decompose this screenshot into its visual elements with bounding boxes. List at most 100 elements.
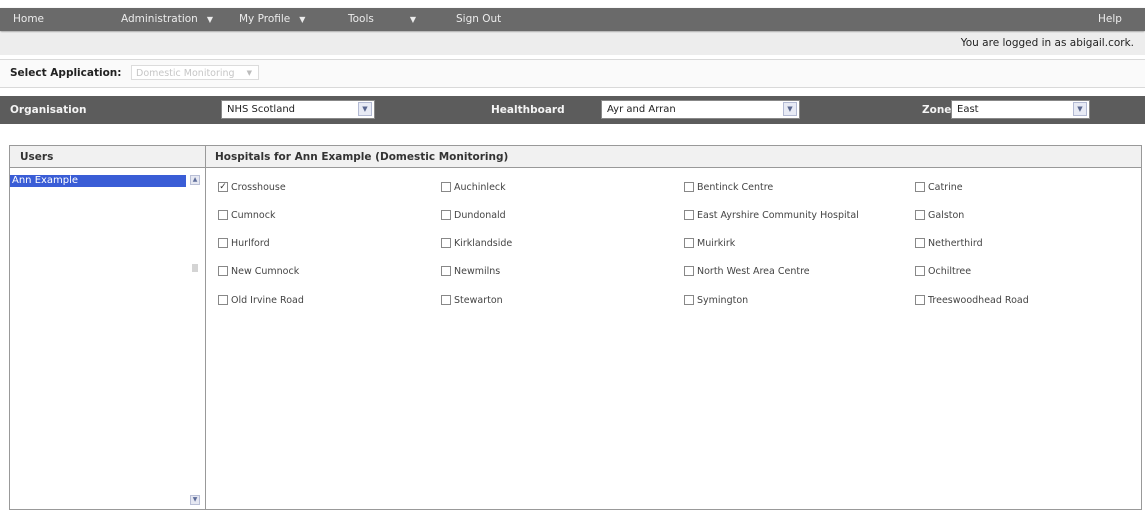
hospital-label: Stewarton (454, 295, 503, 306)
users-panel: Users Ann Example ▲ ▼ (10, 146, 206, 509)
hospital-checkbox-item[interactable]: Ochiltree (915, 265, 971, 279)
hospitals-header: Hospitals for Ann Example (Domestic Moni… (206, 146, 1141, 168)
checkbox[interactable] (684, 237, 694, 248)
hospital-checkbox-item[interactable]: Old Irvine Road (218, 294, 304, 308)
hospital-label: Dundonald (454, 210, 506, 221)
filter-bar: Organisation NHS Scotland ▼ Healthboard … (0, 96, 1145, 124)
checkbox[interactable] (915, 209, 925, 220)
hospital-label: Netherthird (928, 238, 983, 249)
hospital-label: Auchinleck (454, 182, 506, 193)
users-header: Users (10, 146, 205, 168)
checkbox[interactable] (684, 181, 694, 192)
hospital-checkbox-item[interactable]: Galston (915, 209, 964, 223)
nav-administration-label: Administration (121, 13, 198, 25)
hospitals-panel: Hospitals for Ann Example (Domestic Moni… (206, 146, 1141, 509)
nav-sign-out-link[interactable]: Sign Out (456, 8, 501, 31)
checkbox[interactable] (915, 181, 925, 192)
hospital-label: Cumnock (231, 210, 276, 221)
hospital-checkbox-item[interactable]: ✓ Crosshouse (218, 181, 286, 195)
hospital-checkbox-item[interactable]: Auchinleck (441, 181, 506, 195)
hospital-label: Treeswoodhead Road (928, 295, 1029, 306)
hospital-label: New Cumnock (231, 266, 300, 277)
list-item[interactable]: Ann Example (10, 175, 186, 187)
top-navigation-bar: Home Administration ▼ My Profile ▼ Tools ▼ … (0, 8, 1145, 31)
checkbox[interactable] (218, 294, 228, 305)
checkbox[interactable] (441, 265, 451, 276)
hospital-checkbox-item[interactable]: Bentinck Centre (684, 181, 773, 195)
checkbox[interactable] (218, 237, 228, 248)
nav-administration-menu[interactable]: Administration ▼ (121, 8, 213, 31)
organisation-select-value: NHS Scotland (227, 104, 296, 115)
checkbox-checked[interactable]: ✓ (218, 181, 228, 192)
chevron-down-icon: ▼ (299, 15, 306, 24)
hospital-label: Old Irvine Road (231, 295, 304, 306)
checkbox[interactable] (441, 237, 451, 248)
chevron-down-icon[interactable]: ▼ (358, 102, 372, 116)
chevron-down-icon: ▼ (206, 15, 213, 24)
hospital-checkbox-item[interactable]: North West Area Centre (684, 265, 810, 279)
scroll-down-icon[interactable]: ▼ (190, 495, 200, 505)
hospital-checkbox-item[interactable]: Netherthird (915, 237, 983, 251)
hospital-checkbox-item[interactable]: Treeswoodhead Road (915, 294, 1029, 308)
application-select-value: Domestic Monitoring (136, 68, 235, 79)
application-selector-row: Select Application: Domestic Monitoring … (0, 59, 1145, 88)
hospital-checkbox-item[interactable]: Catrine (915, 181, 963, 195)
hospital-checkbox-item[interactable]: East Ayrshire Community Hospital (684, 209, 859, 223)
hospital-label: East Ayrshire Community Hospital (697, 210, 859, 221)
chevron-down-icon: ▼ (409, 15, 417, 24)
chevron-down-icon[interactable]: ▼ (783, 102, 797, 116)
users-list: Ann Example ▲ ▼ (10, 175, 204, 509)
scrollbar-thumb[interactable] (192, 264, 198, 272)
hospital-label: Newmilns (454, 266, 501, 277)
healthboard-select-value: Ayr and Arran (607, 104, 676, 115)
hospital-label: Catrine (928, 182, 963, 193)
scroll-up-icon[interactable]: ▲ (190, 175, 200, 185)
checkbox[interactable] (441, 209, 451, 220)
hospital-checkbox-item[interactable]: New Cumnock (218, 265, 299, 279)
checkbox[interactable] (684, 209, 694, 220)
hospital-checkbox-item[interactable]: Muirkirk (684, 237, 735, 251)
nav-tools-label: Tools (348, 13, 374, 25)
checkbox[interactable] (441, 294, 451, 305)
hospital-label: Crosshouse (231, 182, 286, 193)
hospital-checkbox-item[interactable]: Dundonald (441, 209, 506, 223)
login-status-bar: You are logged in as abigail.cork. (0, 33, 1145, 55)
hospital-label: Kirklandside (454, 238, 513, 249)
nav-my-profile-label: My Profile (239, 13, 291, 25)
zone-label: Zone (922, 104, 952, 116)
hospital-checkbox-item[interactable]: Stewarton (441, 294, 503, 308)
nav-tools-menu[interactable]: Tools ▼ (348, 8, 416, 31)
select-application-label: Select Application: (10, 67, 122, 79)
checkbox[interactable] (915, 265, 925, 276)
hospital-checkbox-item[interactable]: Newmilns (441, 265, 500, 279)
hospital-label: Hurlford (231, 238, 270, 249)
hospital-checkbox-item[interactable]: Symington (684, 294, 748, 308)
hospital-label: Galston (928, 210, 965, 221)
checkbox[interactable] (684, 294, 694, 305)
zone-select-value: East (957, 104, 979, 115)
organisation-select[interactable]: NHS Scotland ▼ (221, 100, 375, 119)
nav-home-link[interactable]: Home (13, 8, 44, 31)
hospital-checkbox-item[interactable]: Hurlford (218, 237, 270, 251)
application-select[interactable]: Domestic Monitoring ▼ (131, 65, 259, 80)
hospital-label: North West Area Centre (697, 266, 810, 277)
checkbox[interactable] (684, 265, 694, 276)
checkbox[interactable] (915, 237, 925, 248)
checkbox[interactable] (441, 181, 451, 192)
chevron-down-icon[interactable]: ▼ (1073, 102, 1087, 116)
users-scrollbar[interactable]: ▲ ▼ (190, 175, 200, 509)
nav-help-link[interactable]: Help (1098, 8, 1122, 31)
hospital-label: Bentinck Centre (697, 182, 774, 193)
nav-my-profile-menu[interactable]: My Profile ▼ (239, 8, 305, 31)
checkbox[interactable] (218, 265, 228, 276)
checkbox[interactable] (218, 209, 228, 220)
hospital-checkbox-item[interactable]: Kirklandside (441, 237, 512, 251)
hospital-label: Ochiltree (928, 266, 972, 277)
main-panel: Users Ann Example ▲ ▼ Hospitals for Ann … (9, 145, 1142, 510)
zone-select[interactable]: East ▼ (951, 100, 1090, 119)
chevron-down-icon: ▼ (246, 69, 252, 77)
logged-in-user-text: You are logged in as abigail.cork. (960, 37, 1134, 49)
healthboard-select[interactable]: Ayr and Arran ▼ (601, 100, 800, 119)
checkbox[interactable] (915, 294, 925, 305)
hospital-checkbox-item[interactable]: Cumnock (218, 209, 275, 223)
